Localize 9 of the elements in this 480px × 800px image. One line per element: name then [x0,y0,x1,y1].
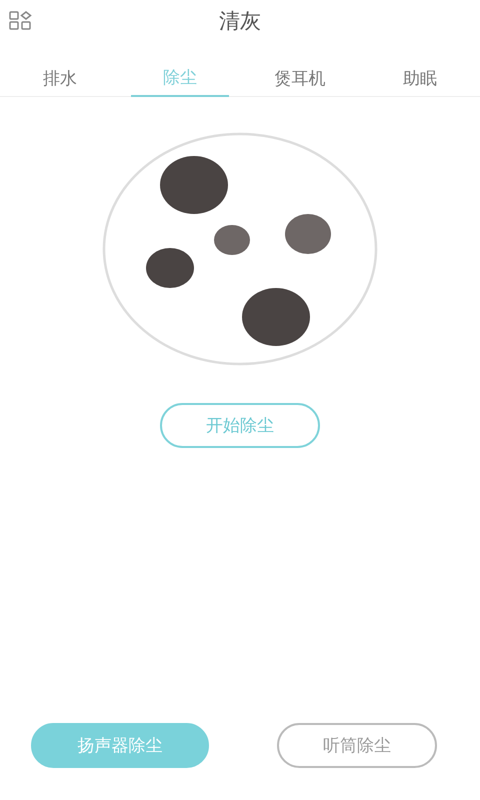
page-title: 清灰 [219,9,261,36]
tab[interactable]: 排水 [11,60,109,97]
tab[interactable]: 除尘 [131,60,229,97]
start-dust-removal-button[interactable]: 开始除尘 [160,403,320,448]
dust-mode-button[interactable]: 听筒除尘 [277,723,437,768]
grid-menu-icon[interactable] [9,11,33,31]
tab[interactable]: 助眠 [371,60,469,97]
dust-mode-button[interactable]: 扬声器除尘 [31,723,209,768]
tab[interactable]: 煲耳机 [251,60,349,97]
